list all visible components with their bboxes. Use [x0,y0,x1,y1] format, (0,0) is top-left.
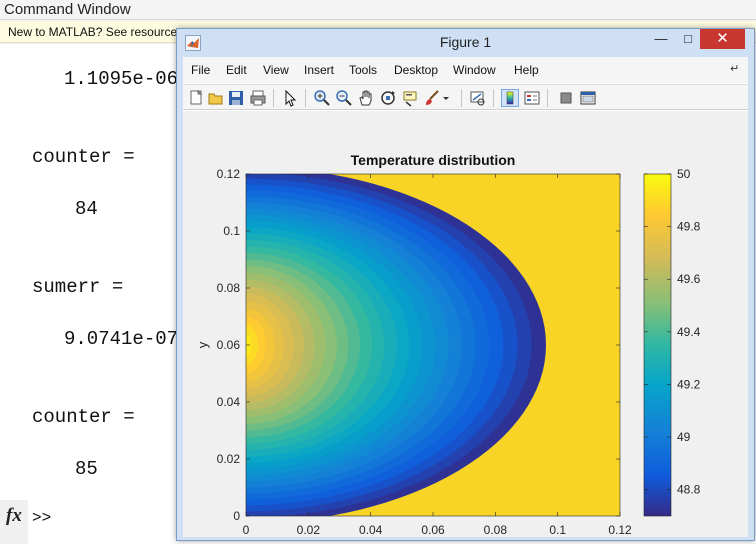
command-prompt[interactable]: >> [32,509,51,527]
maximize-button[interactable]: □ [675,29,701,49]
figure-titlebar[interactable]: Figure 1 — □ ✕ [177,29,754,57]
insert-colorbar-icon[interactable] [501,89,519,107]
x-tick-label: 0.04 [359,523,383,537]
menu-view[interactable]: View [263,63,289,77]
y-tick-label: 0.06 [217,338,241,352]
x-tick-label: 0.12 [608,523,632,537]
hide-plot-tools-icon[interactable] [557,89,575,107]
y-tick-label: 0.1 [223,224,240,238]
y-axis-label: y [195,341,210,348]
show-plot-tools-icon[interactable] [579,89,597,107]
x-tick-label: 0 [243,523,250,537]
output-variable-name: sumerr = [32,276,124,298]
colorbar-tick-label: 49.8 [677,220,701,234]
link-plot-icon[interactable] [469,89,487,107]
colorbar-tick-label: 49.6 [677,272,701,286]
toolbar-separator [273,89,274,107]
toolbar-separator [305,89,306,107]
brush-dropdown-icon[interactable] [441,89,451,107]
zoom-out-icon[interactable] [335,89,353,107]
menu-tools[interactable]: Tools [349,63,377,77]
rotate-3d-icon[interactable] [379,89,397,107]
figure-client-area: File Edit View Insert Tools Desktop Wind… [183,57,748,537]
minimize-button[interactable]: — [647,29,675,49]
colorbar[interactable] [643,173,672,517]
zoom-in-icon[interactable] [313,89,331,107]
print-icon[interactable] [249,89,267,107]
menu-insert[interactable]: Insert [304,63,334,77]
figure-window: Figure 1 — □ ✕ File Edit View Insert Too… [176,28,755,541]
save-icon[interactable] [227,89,245,107]
colorbar-tick-label: 50 [677,167,691,181]
command-window-title: Command Window [4,1,131,18]
output-value: 84 [75,198,98,220]
x-tick-label: 0.06 [421,523,445,537]
colorbar-tick-label: 48.8 [677,483,701,497]
figure-canvas[interactable]: 0 0.02 0.04 0.06 0.08 0.1 0.12 0 0.02 0.04 0.06 0.0… [183,111,748,537]
y-tick-label: 0 [233,509,240,523]
edit-plot-icon[interactable] [281,89,299,107]
y-tick-label: 0.12 [217,167,241,181]
output-value: 9.0741e-07 [64,328,179,350]
command-window-titlebar: Command Window [0,0,756,20]
brush-icon[interactable] [423,89,441,107]
menu-file[interactable]: File [191,63,210,77]
plot-title: Temperature distribution [351,152,516,168]
insert-legend-icon[interactable] [523,89,541,107]
menu-help[interactable]: Help [514,63,539,77]
colorbar-tick-label: 49.4 [677,325,701,339]
figure-toolbar [183,84,748,110]
x-tick-label: 0.1 [549,523,566,537]
dock-arrow-icon[interactable]: ↵ [730,62,739,75]
y-tick-label: 0.02 [217,452,241,466]
temperature-plot[interactable]: 0 0.02 0.04 0.06 0.08 0.1 0.12 0 0.02 0.04 0.06 0.0… [183,111,748,537]
output-value: 1.1095e-06 [64,68,179,90]
x-tick-label: 0.08 [484,523,508,537]
close-button[interactable]: ✕ [700,29,745,49]
open-file-icon[interactable] [207,89,225,107]
toolbar-separator [547,89,548,107]
menu-window[interactable]: Window [453,63,496,77]
menu-edit[interactable]: Edit [226,63,247,77]
banner-text[interactable]: New to MATLAB? See resources [8,25,183,39]
output-variable-name: counter = [32,406,135,428]
figure-menubar: File Edit View Insert Tools Desktop Wind… [183,57,748,83]
colorbar-tick-label: 49 [677,430,691,444]
x-tick-label: 0.02 [297,523,321,537]
output-variable-name: counter = [32,146,135,168]
function-browser-icon[interactable]: fx [6,505,22,527]
y-tick-label: 0.04 [217,395,241,409]
menu-desktop[interactable]: Desktop [394,63,438,77]
data-cursor-icon[interactable] [401,89,419,107]
toolbar-separator [493,89,494,107]
toolbar-separator [461,89,462,107]
output-value: 85 [75,458,98,480]
colorbar-tick-label: 49.2 [677,377,701,391]
new-figure-icon[interactable] [187,89,205,107]
y-tick-label: 0.08 [217,281,241,295]
pan-icon[interactable] [357,89,375,107]
